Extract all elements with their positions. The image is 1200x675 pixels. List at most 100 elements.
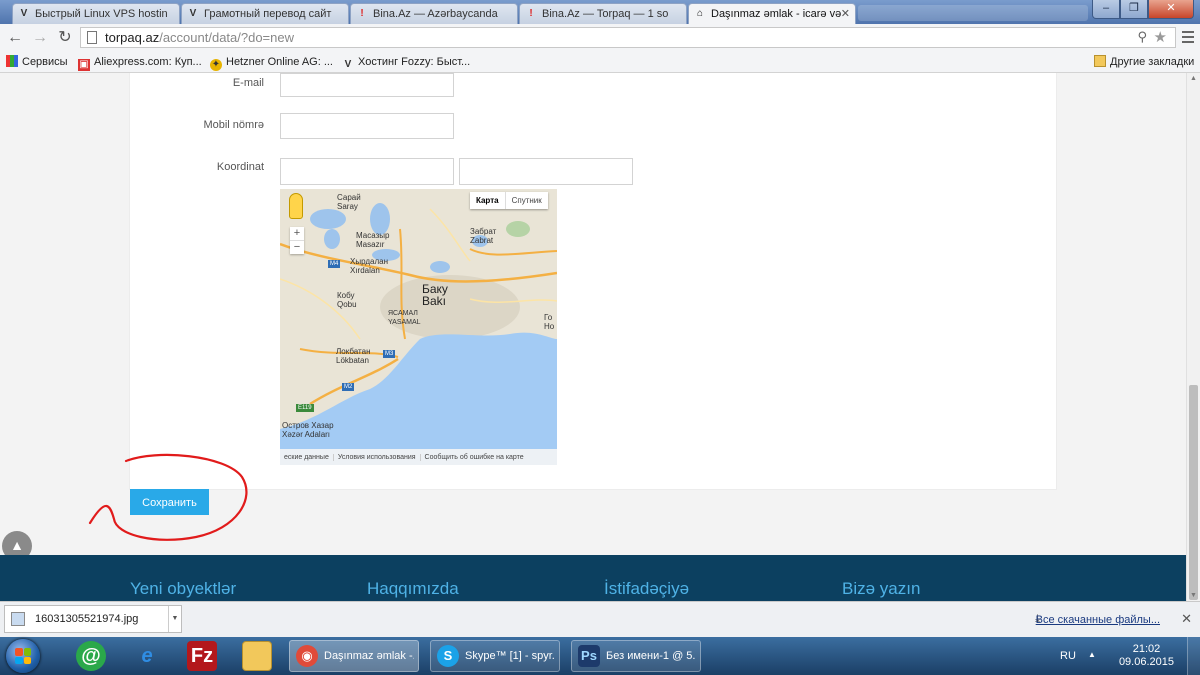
bookmark-label: Сервисы: [22, 56, 68, 68]
map-report-error-link[interactable]: Сообщить об ошибке на карте: [421, 454, 528, 461]
page-scrollbar[interactable]: ▲ ▼: [1186, 73, 1200, 601]
close-window-button[interactable]: ✕: [1148, 0, 1194, 19]
image-file-icon: [11, 612, 25, 626]
clock-date: 09.06.2015: [1118, 656, 1174, 668]
map-place-label: Локбатан Lökbatan: [336, 347, 371, 365]
taskbar-skype-window[interactable]: S Skype™ [1] - spyr...: [430, 640, 560, 672]
scroll-down-arrow-icon[interactable]: ▼: [1190, 592, 1197, 599]
footer-link-new-objects[interactable]: Yeni obyektlər: [130, 579, 236, 599]
map-place-label: Сарай Saray: [337, 193, 361, 211]
map-place-label: Кобу Qobu: [337, 291, 357, 309]
home-icon: ⌂: [696, 8, 704, 19]
road-badge: M3: [383, 350, 396, 358]
window-controls: ‒ ❐ ✕: [1092, 0, 1194, 19]
task-label: Daşınmaz əmlak -...: [324, 650, 414, 662]
chrome-icon: ◉: [296, 645, 318, 667]
browser-toolbar: ← → ↻ torpaq.az/account/data/?do=new ⚲ ★: [0, 24, 1200, 53]
keyboard-language-indicator[interactable]: RU: [1060, 650, 1076, 662]
bookmark-label: Другие закладки: [1110, 56, 1195, 68]
longitude-field[interactable]: [459, 158, 633, 185]
road-badge: M4: [328, 260, 341, 268]
map-footer: еские данные Условия использования Сообщ…: [280, 449, 557, 465]
folder-icon[interactable]: [242, 641, 272, 671]
map-pin-icon: !: [529, 8, 533, 19]
address-bar[interactable]: torpaq.az/account/data/?do=new ⚲ ★: [80, 27, 1176, 48]
start-button[interactable]: [6, 639, 40, 673]
reload-icon[interactable]: ↻: [55, 28, 75, 48]
site-logo-icon: V: [20, 8, 28, 19]
task-label: Без имени-1 @ 5...: [606, 650, 696, 662]
map-place-label: Го Но: [544, 313, 555, 331]
filezilla-icon[interactable]: Fz: [187, 641, 217, 671]
location-map[interactable]: + − Карта Спутник Сарай Saray Масазыр Masa…: [280, 189, 557, 465]
maximize-button[interactable]: ❐: [1120, 0, 1148, 19]
map-type-satellite-button[interactable]: Спутник: [505, 192, 548, 209]
forward-arrow-icon[interactable]: →: [30, 28, 50, 48]
tab-bina-torpaq[interactable]: ! Bina.Az — Torpaq — 1 so: [519, 3, 687, 24]
footer-link-for-users[interactable]: İstifadəçiyə: [604, 579, 689, 599]
close-icon[interactable]: ✕: [1181, 611, 1192, 627]
download-item[interactable]: 16031305521974.jpg ▼: [4, 605, 182, 633]
fozzy-logo-icon: V: [344, 59, 352, 70]
map-city-label: Баку Bakı: [422, 282, 448, 308]
road-badge: E119: [296, 404, 314, 412]
download-filename: 16031305521974.jpg: [35, 613, 139, 625]
tab-label: Быстрый Linux VPS hostin: [35, 8, 168, 20]
bookmark-star-icon[interactable]: ★: [1154, 28, 1167, 46]
bookmarks-bar: Сервисы ▣ Aliexpress.com: Куп... ✦ Hetzner…: [0, 52, 1200, 73]
url-path: /account/data/?do=new: [159, 30, 295, 45]
downloads-bar: 16031305521974.jpg ▼ ⤓ Все скачанные фай…: [0, 601, 1200, 637]
street-view-pegman-icon[interactable]: [289, 193, 303, 219]
zoom-out-button[interactable]: −: [290, 240, 304, 254]
bookmark-label: Aliexpress.com: Куп...: [94, 56, 202, 68]
scrollbar-thumb[interactable]: [1189, 385, 1198, 600]
email-field[interactable]: [280, 73, 454, 97]
scroll-up-arrow-icon[interactable]: ▲: [1190, 75, 1197, 82]
map-place-label: Остров Хазар Xəzər Adaları: [282, 421, 334, 439]
zoom-in-button[interactable]: +: [290, 227, 304, 240]
tab-translation[interactable]: V Грамотный перевод сайт: [181, 3, 349, 24]
road-badge: M2: [342, 383, 355, 391]
bookmark-apps[interactable]: Сервисы: [6, 55, 68, 69]
url-host: torpaq.az: [105, 30, 160, 45]
bookmark-label: Hetzner Online AG: ...: [226, 56, 333, 68]
skype-icon: S: [437, 645, 459, 667]
tab-linux-vps[interactable]: V Быстрый Linux VPS hostin: [12, 3, 180, 24]
chrome-menu-icon[interactable]: [1182, 31, 1194, 46]
internet-explorer-icon[interactable]: e: [132, 641, 162, 671]
map-terms-link[interactable]: Условия использования: [334, 453, 421, 461]
bookmark-hetzner[interactable]: ✦ Hetzner Online AG: ...: [210, 55, 333, 71]
bookmark-label: Хостинг Fozzy: Быст...: [358, 56, 471, 68]
tray-expand-icon[interactable]: ▲: [1088, 650, 1096, 659]
map-type-map-button[interactable]: Карта: [470, 192, 506, 209]
page-viewport: E-mail Mobil nömrə Koordinat + − Карта С…: [0, 73, 1186, 601]
bookmark-fozzy[interactable]: V Хостинг Fozzy: Быст...: [342, 55, 471, 71]
tab-bina-az[interactable]: ! Bina.Az — Azərbaycanda: [350, 3, 518, 24]
tab-dasinmaz-emlak[interactable]: ⌂ Daşınmaz əmlak - icarə və ✕: [688, 3, 856, 24]
site-footer: Yeni obyektlər Haqqımızda İstifadəçiyə B…: [0, 555, 1186, 601]
close-tab-icon[interactable]: ✕: [841, 4, 850, 24]
taskbar-photoshop-window[interactable]: Ps Без имени-1 @ 5...: [571, 640, 701, 672]
new-tab-area[interactable]: [858, 5, 1088, 21]
tab-label: Bina.Az — Torpaq — 1 so: [542, 8, 669, 20]
latitude-field[interactable]: [280, 158, 454, 185]
clock[interactable]: 21:02 09.06.2015: [1119, 643, 1174, 669]
mobile-label: Mobil nömrə: [203, 119, 264, 131]
page-icon: [87, 31, 97, 44]
taskbar-chrome-window[interactable]: ◉ Daşınmaz əmlak -...: [289, 640, 419, 672]
map-data-credit: еские данные: [280, 453, 334, 461]
footer-link-about[interactable]: Haqqımızda: [367, 579, 459, 599]
map-place-label: Масазыр Masazır: [356, 231, 390, 249]
show-all-downloads-link[interactable]: Все скачанные файлы...: [1036, 614, 1160, 626]
bookmark-aliexpress[interactable]: ▣ Aliexpress.com: Куп...: [78, 55, 202, 71]
minimize-button[interactable]: ‒: [1092, 0, 1120, 19]
download-options-chevron-icon[interactable]: ▼: [168, 606, 181, 632]
mobile-number-field[interactable]: [280, 113, 454, 139]
show-desktop-button[interactable]: [1187, 637, 1200, 675]
url-text: torpaq.az/account/data/?do=new: [105, 28, 294, 48]
footer-link-contact[interactable]: Bizə yazın: [842, 579, 920, 599]
back-arrow-icon[interactable]: ←: [5, 28, 25, 48]
mail-agent-icon[interactable]: @: [76, 641, 106, 671]
bookmark-other-folder[interactable]: Другие закладки: [1094, 55, 1194, 69]
search-icon[interactable]: ⚲: [1137, 29, 1147, 45]
